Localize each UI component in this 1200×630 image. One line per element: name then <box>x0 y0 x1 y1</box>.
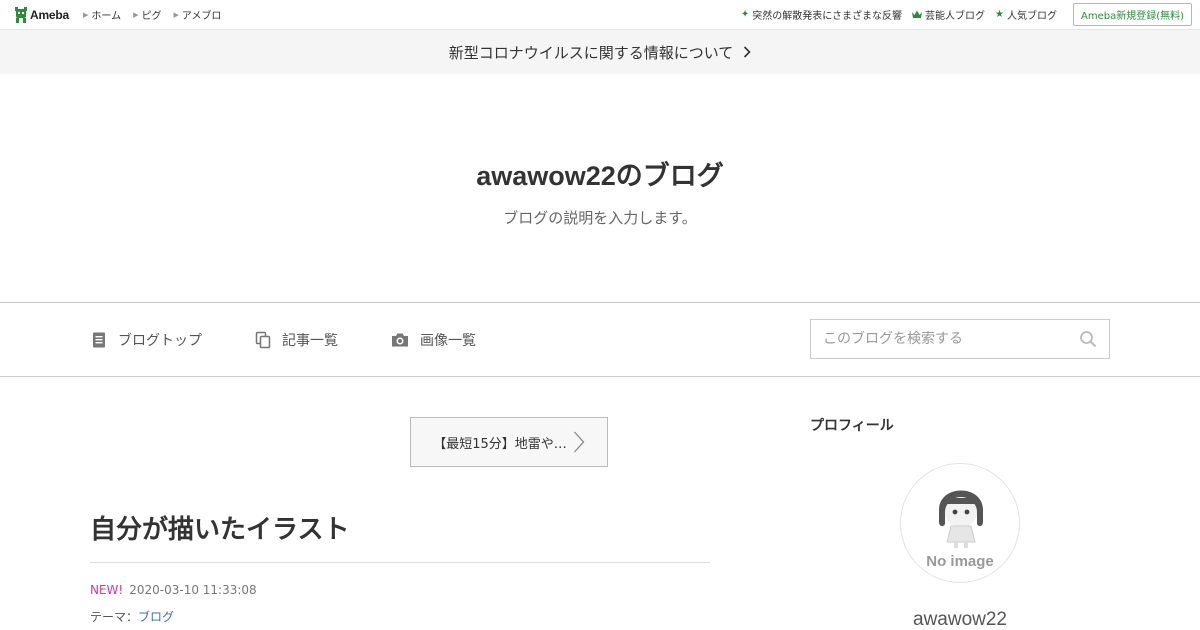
nav-entry-list-label: 記事一覧 <box>282 332 338 349</box>
document-icon <box>93 332 105 347</box>
global-header-left: Ameba ▶ ホーム ▶ ピグ ▶ アメブロ <box>14 6 233 24</box>
global-header: Ameba ▶ ホーム ▶ ピグ ▶ アメブロ ✦ 突然の解散発表にさまざまな反… <box>0 0 1200 30</box>
entry-meta: NEW! 2020-03-10 11:33:08 <box>90 583 710 597</box>
triangle-right-icon: ▶ <box>173 10 179 19</box>
blog-nav: ブログトップ 記事一覧 画像一覧 <box>0 303 1200 377</box>
star-icon: ★ <box>995 8 1004 20</box>
topright-trending-label: 突然の解散発表にさまざまな反響 <box>752 11 903 22</box>
ameba-mascot-icon <box>15 6 27 23</box>
crown-icon <box>912 10 923 18</box>
copy-icon <box>255 331 271 348</box>
signup-button[interactable]: Ameba新規登録(無料) <box>1072 3 1192 26</box>
no-image-label: No image <box>926 553 994 570</box>
theme-link[interactable]: ブログ <box>138 610 174 624</box>
sparkle-icon: ✦ <box>740 8 750 20</box>
new-badge: NEW! <box>90 583 124 597</box>
topnav-pigg-label: ピグ <box>141 11 162 22</box>
blog-header: awawow22のブログ ブログの説明を入力します。 <box>0 74 1200 303</box>
theme-label: テーマ： <box>90 610 139 624</box>
topnav-ameblo[interactable]: ▶ アメブロ <box>173 7 222 23</box>
triangle-right-icon: ▶ <box>83 10 89 19</box>
topnav-home-label: ホーム <box>91 11 122 22</box>
nav-blog-top-label: ブログトップ <box>118 332 202 349</box>
sidebar: プロフィール No image awawow22 <box>810 417 1110 630</box>
content-area: 【最短15分】地雷や… 自分が描いたイラスト NEW! 2020-03-10 1… <box>0 377 1200 630</box>
avatar[interactable]: No image <box>900 463 1020 583</box>
global-header-right: ✦ 突然の解散発表にさまざまな反響 芸能人ブログ ★ 人気ブログ Ameba新規… <box>731 3 1192 26</box>
chevron-right-icon <box>573 431 585 453</box>
topnav-home[interactable]: ▶ ホーム <box>83 7 122 23</box>
camera-icon <box>392 333 408 346</box>
main-column: 【最短15分】地雷や… 自分が描いたイラスト NEW! 2020-03-10 1… <box>90 417 710 630</box>
blog-description: ブログの説明を入力します。 <box>503 209 697 227</box>
blog-search-box <box>810 319 1110 359</box>
nav-blog-top[interactable]: ブログトップ <box>90 330 202 350</box>
topnav-pigg[interactable]: ▶ ピグ <box>133 7 162 23</box>
nav-image-list-label: 画像一覧 <box>420 332 476 349</box>
topright-popular-label: 人気ブログ <box>1006 11 1057 22</box>
topnav-ameblo-label: アメブロ <box>181 11 222 22</box>
logo-text: Ameba <box>30 7 70 22</box>
entry-datetime: 2020-03-10 11:33:08 <box>129 583 257 597</box>
topright-celebrity-label: 芸能人ブログ <box>925 11 986 22</box>
entry-theme: テーマ：ブログ <box>90 608 710 625</box>
nav-entry-list[interactable]: 記事一覧 <box>254 330 338 350</box>
topright-popular-blog[interactable]: ★ 人気ブログ <box>995 7 1057 22</box>
nav-image-list[interactable]: 画像一覧 <box>390 330 476 350</box>
covid-notice-text: 新型コロナウイルスに関する情報について <box>448 43 734 62</box>
ameba-logo[interactable]: Ameba <box>14 6 69 24</box>
profile-name[interactable]: awawow22 <box>810 609 1110 630</box>
topright-celebrity-blog[interactable]: 芸能人ブログ <box>912 7 985 22</box>
blog-title[interactable]: awawow22のブログ <box>476 154 724 193</box>
search-icon[interactable] <box>1079 330 1097 348</box>
previous-entry-title: 【最短15分】地雷や… <box>433 436 567 452</box>
triangle-right-icon: ▶ <box>133 10 139 19</box>
profile-heading: プロフィール <box>810 417 894 433</box>
entry-title[interactable]: 自分が描いたイラスト <box>90 509 710 563</box>
previous-entry-button[interactable]: 【最短15分】地雷や… <box>410 417 608 467</box>
topright-trending[interactable]: ✦ 突然の解散発表にさまざまな反響 <box>741 7 902 22</box>
blog-search-input[interactable] <box>823 331 1079 347</box>
covid-notice-link[interactable]: 新型コロナウイルスに関する情報について <box>0 30 1200 74</box>
chevron-right-icon <box>744 46 751 58</box>
